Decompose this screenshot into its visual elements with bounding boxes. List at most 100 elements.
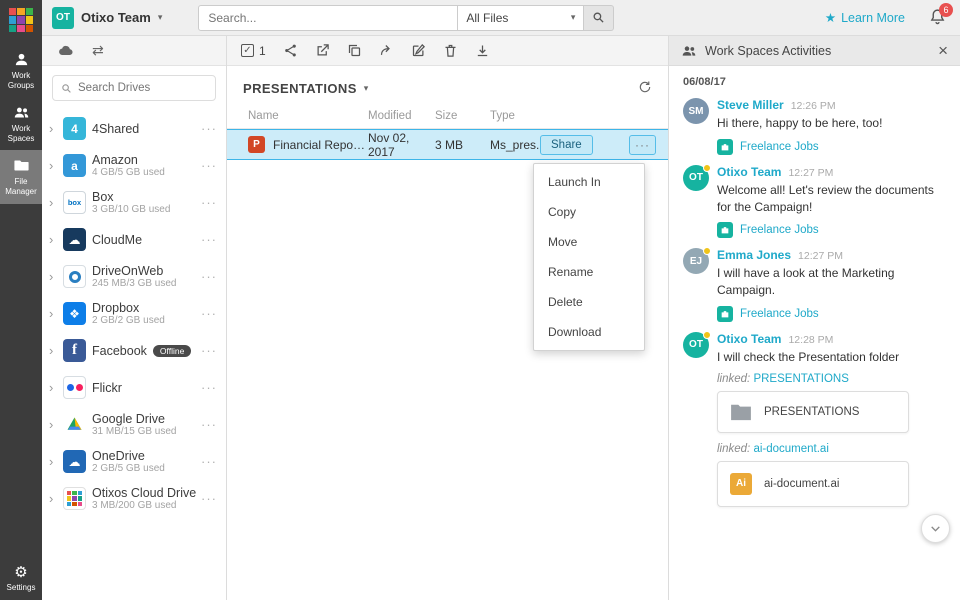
- refresh-button[interactable]: [638, 80, 652, 97]
- drive-item-google-drive[interactable]: › Google Drive 31 MB/15 GB used ···: [42, 406, 226, 443]
- linked-file-card[interactable]: Ai ai-document.ai: [717, 461, 909, 507]
- delete-button[interactable]: [443, 43, 458, 58]
- chevron-down-icon[interactable]: ▾: [364, 83, 369, 94]
- linked-target[interactable]: PRESENTATIONS: [753, 373, 848, 385]
- chevron-right-icon[interactable]: ›: [49, 491, 57, 506]
- rail-item-work-groups[interactable]: Work Groups: [0, 44, 42, 97]
- message-text: I will have a look at the Marketing Camp…: [717, 265, 946, 299]
- scroll-down-button[interactable]: [921, 514, 950, 543]
- chevron-right-icon[interactable]: ›: [49, 269, 57, 284]
- drive-menu-button[interactable]: ···: [198, 232, 220, 247]
- avatar[interactable]: OT: [683, 332, 709, 358]
- linked-folder-card[interactable]: PRESENTATIONS: [717, 391, 909, 433]
- workspace-link[interactable]: Freelance Jobs: [717, 222, 946, 238]
- drive-item-flickr[interactable]: › Flickr ···: [42, 369, 226, 406]
- drive-menu-button[interactable]: ···: [198, 454, 220, 469]
- rail-item-file-manager[interactable]: File Manager: [0, 150, 42, 203]
- notifications-button[interactable]: 6: [929, 8, 946, 28]
- avatar[interactable]: EJ: [683, 248, 709, 274]
- copy-button[interactable]: [347, 43, 362, 58]
- avatar[interactable]: SM: [683, 98, 709, 124]
- user-name[interactable]: Steve Miller: [717, 98, 784, 112]
- chevron-right-icon[interactable]: ›: [49, 454, 57, 469]
- drive-item-dropbox[interactable]: › ❖ Dropbox 2 GB/2 GB used ···: [42, 295, 226, 332]
- file-type-filter[interactable]: All Files ▾: [458, 5, 584, 31]
- search-button[interactable]: [584, 5, 614, 31]
- menu-item-move[interactable]: Move: [534, 227, 644, 257]
- menu-item-copy[interactable]: Copy: [534, 197, 644, 227]
- open-in-button[interactable]: [315, 43, 330, 58]
- menu-item-download[interactable]: Download: [534, 317, 644, 347]
- chevron-right-icon[interactable]: ›: [49, 195, 57, 210]
- chevron-right-icon[interactable]: ›: [49, 417, 57, 432]
- context-menu: Launch In Copy Move Rename Delete Downlo…: [533, 163, 645, 351]
- menu-item-launch-in[interactable]: Launch In: [534, 167, 644, 197]
- user-name[interactable]: Otixo Team: [717, 165, 781, 179]
- file-row-selected[interactable]: P Financial Report.pptx Nov 02, 2017 3 M…: [227, 129, 668, 160]
- user-name[interactable]: Emma Jones: [717, 248, 791, 262]
- user-name[interactable]: Otixo Team: [717, 332, 781, 346]
- linked-label: linked:: [717, 373, 750, 385]
- rail-item-work-spaces[interactable]: Work Spaces: [0, 97, 42, 150]
- search-input[interactable]: [198, 5, 458, 31]
- cloud-icon[interactable]: [58, 43, 74, 59]
- activity-message: OT Otixo Team 12:28 PM I will check the …: [683, 332, 946, 507]
- drive-item-otixos-cloud-drive[interactable]: › Otixos Cloud Drive 3 MB/200 GB used ··…: [42, 480, 226, 517]
- column-name[interactable]: Name: [248, 110, 368, 122]
- file-size: 3 MB: [435, 138, 490, 152]
- drive-item-driveonweb[interactable]: › DriveOnWeb 245 MB/3 GB used ···: [42, 258, 226, 295]
- select-all-checkbox[interactable]: ✓ 1: [241, 44, 266, 58]
- move-button[interactable]: [379, 43, 394, 58]
- team-name: Otixo Team: [81, 10, 151, 25]
- drive-item-cloudme[interactable]: › ☁ CloudMe ···: [42, 221, 226, 258]
- drive-item-facebook[interactable]: › f Facebook Offline ···: [42, 332, 226, 369]
- download-button[interactable]: [475, 43, 490, 58]
- drive-menu-button[interactable]: ···: [198, 306, 220, 321]
- drive-menu-button[interactable]: ···: [198, 380, 220, 395]
- chevron-right-icon[interactable]: ›: [49, 232, 57, 247]
- drive-menu-button[interactable]: ···: [198, 269, 220, 284]
- workspace-link[interactable]: Freelance Jobs: [717, 139, 946, 155]
- row-share-button[interactable]: Share: [540, 135, 593, 155]
- chevron-right-icon[interactable]: ›: [49, 121, 57, 136]
- column-type[interactable]: Type: [490, 110, 540, 122]
- drive-menu-button[interactable]: ···: [198, 158, 220, 173]
- rail-item-settings[interactable]: ⚙ Settings: [0, 558, 42, 600]
- row-menu-button[interactable]: ···: [629, 135, 656, 155]
- transfer-icon[interactable]: ⇄: [92, 42, 104, 59]
- drive-menu-button[interactable]: ···: [198, 195, 220, 210]
- workspace-link[interactable]: Freelance Jobs: [717, 306, 946, 322]
- column-size[interactable]: Size: [435, 110, 490, 122]
- drive-menu-button[interactable]: ···: [198, 417, 220, 432]
- team-switcher[interactable]: OT Otixo Team ▾: [52, 7, 162, 29]
- chevron-right-icon[interactable]: ›: [49, 306, 57, 321]
- drive-menu-button[interactable]: ···: [198, 121, 220, 136]
- drive-item-onedrive[interactable]: › ☁ OneDrive 2 GB/5 GB used ···: [42, 443, 226, 480]
- chevron-right-icon[interactable]: ›: [49, 343, 57, 358]
- close-icon[interactable]: ×: [938, 42, 948, 59]
- drive-menu-button[interactable]: ···: [198, 491, 220, 506]
- linked-target[interactable]: ai-document.ai: [753, 443, 828, 455]
- drive-item-amazon[interactable]: › a Amazon 4 GB/5 GB used ···: [42, 147, 226, 184]
- menu-item-delete[interactable]: Delete: [534, 287, 644, 317]
- chevron-right-icon[interactable]: ›: [49, 380, 57, 395]
- column-modified[interactable]: Modified: [368, 110, 435, 122]
- learn-more-link[interactable]: ★ Learn More: [825, 10, 905, 25]
- drive-item-box[interactable]: › box Box 3 GB/10 GB used ···: [42, 184, 226, 221]
- activities-panel: Work Spaces Activities × 06/08/17 SM Ste…: [668, 36, 960, 600]
- rename-button[interactable]: [411, 43, 426, 58]
- avatar[interactable]: OT: [683, 165, 709, 191]
- chevron-right-icon[interactable]: ›: [49, 158, 57, 173]
- notification-badge: 6: [939, 3, 953, 17]
- drive-item-4shared[interactable]: › 4 4Shared ···: [42, 110, 226, 147]
- rail-label: Work Groups: [2, 71, 40, 90]
- drive-menu-button[interactable]: ···: [198, 343, 220, 358]
- drive-search: [52, 75, 216, 101]
- share-button[interactable]: [283, 43, 298, 58]
- otixo-logo-icon[interactable]: [9, 8, 33, 32]
- file-browser: ✓ 1 PRESENTATIONS ▾ Name Modified Size T…: [227, 36, 668, 600]
- drive-search-input[interactable]: [78, 82, 207, 94]
- menu-item-rename[interactable]: Rename: [534, 257, 644, 287]
- workspace-icon: [717, 139, 733, 155]
- file-modified: Nov 02, 2017: [368, 131, 435, 159]
